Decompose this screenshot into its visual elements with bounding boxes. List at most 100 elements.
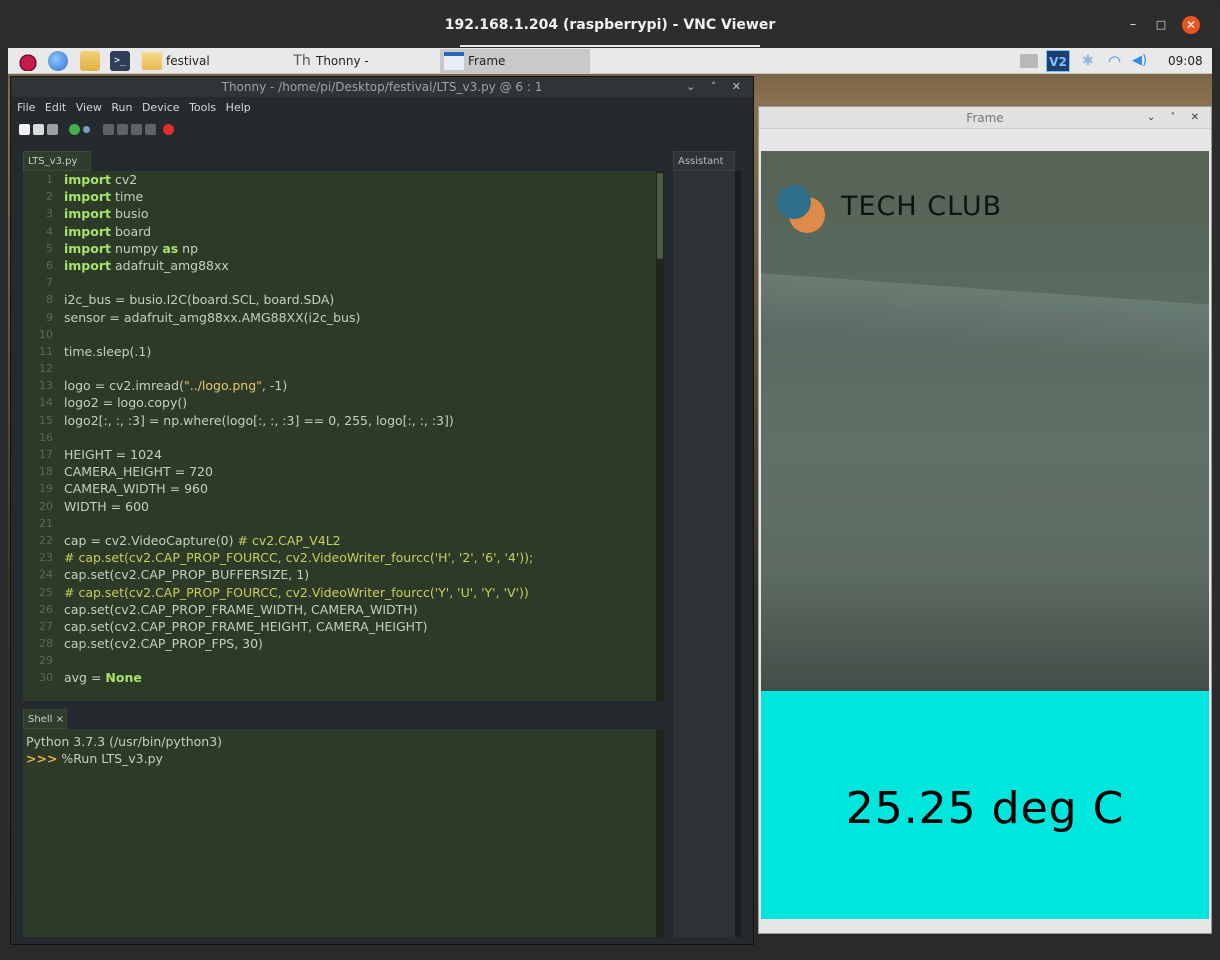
menu-help[interactable]: Help xyxy=(226,101,251,114)
menu-run[interactable]: Run xyxy=(111,101,132,114)
menu-tools[interactable]: Tools xyxy=(189,101,216,114)
menu-file[interactable]: File xyxy=(17,101,35,114)
code-line[interactable]: 2 import time xyxy=(23,188,663,205)
menu-bar: File Edit View Run Device Tools Help xyxy=(17,101,257,117)
code-editor[interactable]: 1 import cv2 2 import time 3 import busio 4 imp… xyxy=(23,171,663,701)
shell-console[interactable]: Python 3.7.3 (/usr/bin/python3) >>> %Run … xyxy=(23,729,663,937)
minimize-button[interactable]: – xyxy=(1124,16,1142,34)
code-text: cap.set(cv2.CAP_PROP_FRAME_HEIGHT, CAMER… xyxy=(64,618,428,634)
raspberry-pi-menu-icon[interactable] xyxy=(18,51,38,71)
tab-assistant[interactable]: Assistant × xyxy=(673,151,735,187)
step-into-icon[interactable] xyxy=(117,124,128,135)
file-manager-icon[interactable] xyxy=(80,51,100,71)
line-number: 27 xyxy=(39,619,53,633)
clock[interactable]: 09:08 xyxy=(1168,48,1203,74)
code-line[interactable]: 6 import adafruit_amg88xx xyxy=(23,257,663,274)
code-line[interactable]: 17 HEIGHT = 1024 xyxy=(23,446,663,463)
line-number: 18 xyxy=(39,465,53,479)
menu-edit[interactable]: Edit xyxy=(45,101,66,114)
close-button[interactable]: ✕ xyxy=(1182,16,1200,34)
code-line[interactable]: 1 import cv2 xyxy=(23,171,663,188)
code-line[interactable]: 7 xyxy=(23,274,663,291)
line-number: 8 xyxy=(46,293,53,307)
code-line[interactable]: 15 logo2[:, :, :3] = np.where(logo[:, :, … xyxy=(23,412,663,429)
tab-shell[interactable]: Shell × xyxy=(23,709,67,729)
code-line[interactable]: 11 time.sleep(.1) xyxy=(23,343,663,360)
code-line[interactable]: 28 cap.set(cv2.CAP_PROP_FPS, 30) xyxy=(23,635,663,652)
line-number: 15 xyxy=(39,413,53,427)
save-file-icon[interactable] xyxy=(47,124,58,135)
vnc-toolbar-handle[interactable] xyxy=(460,45,760,47)
code-line[interactable]: 29 xyxy=(23,652,663,669)
code-text: logo = cv2.imread("../logo.png", -1) xyxy=(64,378,288,394)
taskbar-item-frame[interactable]: Frame xyxy=(440,49,590,73)
keyboard-icon[interactable] xyxy=(1020,54,1038,68)
code-line[interactable]: 30 avg = None xyxy=(23,669,663,686)
shell-scrollbar[interactable] xyxy=(656,729,664,937)
new-file-icon[interactable] xyxy=(19,124,30,135)
line-number: 29 xyxy=(39,654,53,668)
maximize-button[interactable]: □ xyxy=(1152,16,1170,34)
vnc-window-title: 192.168.1.204 (raspberrypi) - VNC Viewer xyxy=(444,17,776,33)
code-text: cap.set(cv2.CAP_PROP_FPS, 30) xyxy=(64,636,263,652)
debug-icon[interactable] xyxy=(83,126,90,133)
code-line[interactable]: 4 import board xyxy=(23,223,663,240)
code-line[interactable]: 21 xyxy=(23,515,663,532)
line-number: 10 xyxy=(39,327,53,341)
frame-window-title: Frame xyxy=(966,111,1004,125)
menu-device[interactable]: Device xyxy=(142,101,180,114)
code-line[interactable]: 24 cap.set(cv2.CAP_PROP_BUFFERSIZE, 1) xyxy=(23,566,663,583)
stop-icon[interactable] xyxy=(163,124,174,135)
code-line[interactable]: 25 # cap.set(cv2.CAP_PROP_FOURCC, cv2.Vid… xyxy=(23,584,663,601)
vnc-viewer-window: 192.168.1.204 (raspberrypi) - VNC Viewer… xyxy=(0,0,1220,960)
open-file-icon[interactable] xyxy=(33,124,44,135)
code-line[interactable]: 5 import numpy as np xyxy=(23,240,663,257)
run-icon[interactable] xyxy=(69,124,80,135)
step-out-icon[interactable] xyxy=(131,124,142,135)
code-line[interactable]: 14 logo2 = logo.copy() xyxy=(23,394,663,411)
code-line[interactable]: 10 xyxy=(23,326,663,343)
frame-title-bar[interactable]: Frame xyxy=(759,107,1211,129)
code-line[interactable]: 19 CAMERA_WIDTH = 960 xyxy=(23,480,663,497)
code-line[interactable]: 12 xyxy=(23,360,663,377)
code-line[interactable]: 13 logo = cv2.imread("../logo.png", -1) xyxy=(23,377,663,394)
code-line[interactable]: 23 # cap.set(cv2.CAP_PROP_FOURCC, cv2.Vid… xyxy=(23,549,663,566)
resume-icon[interactable] xyxy=(145,124,156,135)
code-text: import cv2 xyxy=(64,172,138,187)
tab-lts-v3[interactable]: LTS_v3.py × xyxy=(23,151,91,187)
assistant-scrollbar[interactable] xyxy=(735,171,741,937)
line-number: 6 xyxy=(46,258,53,272)
wifi-icon[interactable]: ◠ xyxy=(1108,50,1128,72)
code-line[interactable]: 22 cap = cv2.VideoCapture(0) # cv2.CAP_V4… xyxy=(23,532,663,549)
line-number: 22 xyxy=(39,533,53,547)
step-over-icon[interactable] xyxy=(103,124,114,135)
code-line[interactable]: 18 CAMERA_HEIGHT = 720 xyxy=(23,463,663,480)
frame-window-controls[interactable]: ⌄ ˄ ✕ xyxy=(1147,107,1205,129)
code-text: # cap.set(cv2.CAP_PROP_FOURCC, cv2.Video… xyxy=(64,584,529,600)
editor-scroll-thumb[interactable] xyxy=(657,173,663,259)
code-line[interactable]: 20 WIDTH = 600 xyxy=(23,498,663,515)
thonny-window-controls[interactable]: ⌄ ˄ ✕ xyxy=(686,77,747,97)
menu-view[interactable]: View xyxy=(76,101,102,114)
web-browser-icon[interactable] xyxy=(48,51,68,71)
volume-icon[interactable]: ◀) xyxy=(1132,50,1152,72)
code-line[interactable]: 3 import busio xyxy=(23,205,663,222)
code-line[interactable]: 26 cap.set(cv2.CAP_PROP_FRAME_WIDTH, CAME… xyxy=(23,601,663,618)
terminal-icon[interactable]: >_ xyxy=(110,51,130,71)
taskbar-item-festival[interactable]: festival xyxy=(138,49,278,73)
line-number: 7 xyxy=(46,276,53,290)
thonny-toolbar xyxy=(19,124,219,140)
code-line[interactable]: 8 i2c_bus = busio.I2C(board.SCL, board.SD… xyxy=(23,291,663,308)
vnc-server-icon[interactable]: V2 xyxy=(1046,50,1070,72)
code-line[interactable]: 16 xyxy=(23,429,663,446)
taskbar-item-thonny[interactable]: Th Thonny - /home/pi/... xyxy=(288,49,438,92)
editor-scrollbar[interactable] xyxy=(656,171,664,701)
code-line[interactable]: 9 sensor = adafruit_amg88xx.AMG88XX(i2c_b… xyxy=(23,309,663,326)
bluetooth-icon[interactable]: ✱ xyxy=(1082,50,1098,72)
thonny-title-bar[interactable]: Thonny - /home/pi/Desktop/festival/LTS_v… xyxy=(11,77,753,97)
vnc-title-bar[interactable]: 192.168.1.204 (raspberrypi) - VNC Viewer… xyxy=(0,0,1220,48)
code-text: CAMERA_WIDTH = 960 xyxy=(64,481,208,497)
line-number: 11 xyxy=(39,344,53,358)
line-number: 2 xyxy=(46,190,53,204)
code-line[interactable]: 27 cap.set(cv2.CAP_PROP_FRAME_HEIGHT, CAM… xyxy=(23,618,663,635)
